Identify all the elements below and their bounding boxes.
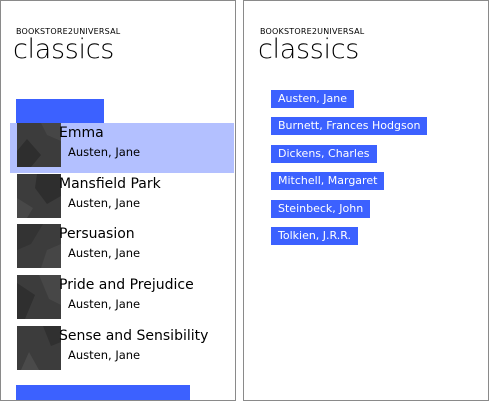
book-author: Austen, Jane xyxy=(68,348,141,362)
book-cover-image xyxy=(17,224,61,268)
book-item-persuasion[interactable]: Persuasion Austen, Jane xyxy=(17,224,232,268)
author-jump-item[interactable]: Austen, Jane xyxy=(271,90,354,108)
author-jump-item[interactable]: Tolkien, J.R.R. xyxy=(271,227,359,245)
left-panel-grouped-book-list: BOOKSTORE2UNIVERSAL classics Emma Austen… xyxy=(0,0,236,401)
group-header-tile[interactable] xyxy=(16,99,104,123)
author-jump-item[interactable]: Burnett, Frances Hodgson xyxy=(271,117,428,135)
book-item-sense-and-sensibility[interactable]: Sense and Sensibility Austen, Jane xyxy=(17,326,232,370)
book-title: Persuasion xyxy=(59,226,135,242)
book-cover-image xyxy=(17,275,61,319)
author-jump-item[interactable]: Steinbeck, John xyxy=(271,200,371,218)
page-title: classics xyxy=(13,34,115,65)
book-item-mansfield-park[interactable]: Mansfield Park Austen, Jane xyxy=(17,174,232,218)
book-cover-image xyxy=(17,326,61,370)
group-footer-tile[interactable] xyxy=(16,385,190,400)
author-jump-item[interactable]: Dickens, Charles xyxy=(271,145,377,163)
book-title: Pride and Prejudice xyxy=(59,277,194,293)
book-title: Emma xyxy=(59,125,104,141)
page-title: classics xyxy=(258,34,360,65)
book-title: Sense and Sensibility xyxy=(59,328,209,344)
book-author: Austen, Jane xyxy=(68,297,141,311)
book-author: Austen, Jane xyxy=(68,196,141,210)
author-jump-item[interactable]: Mitchell, Margaret xyxy=(271,172,385,190)
book-cover-image xyxy=(17,123,61,167)
right-panel-author-index: BOOKSTORE2UNIVERSAL classics Austen, Jan… xyxy=(243,0,489,401)
book-author: Austen, Jane xyxy=(68,145,141,159)
book-item-pride-and-prejudice[interactable]: Pride and Prejudice Austen, Jane xyxy=(17,275,232,319)
book-title: Mansfield Park xyxy=(59,176,161,192)
book-author: Austen, Jane xyxy=(68,246,141,260)
book-item-emma[interactable]: Emma Austen, Jane xyxy=(17,123,232,167)
book-cover-image xyxy=(17,174,61,218)
